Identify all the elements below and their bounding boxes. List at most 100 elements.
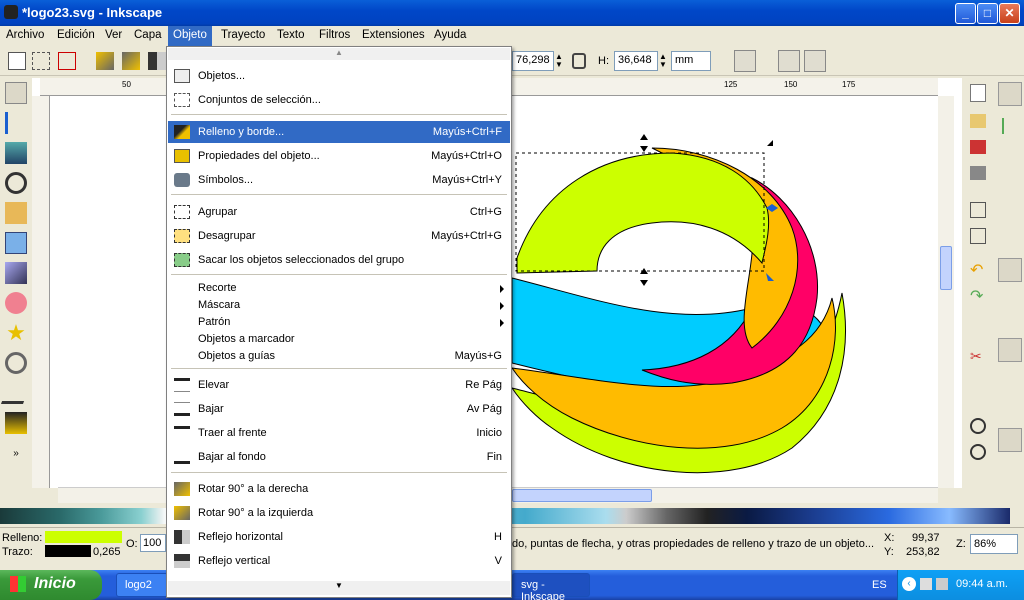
- pencil-tool-icon[interactable]: [0, 382, 32, 404]
- vertical-scrollbar[interactable]: [938, 96, 954, 488]
- node-tool-icon[interactable]: [5, 112, 27, 134]
- menu-item-patron[interactable]: Patrón: [168, 313, 510, 330]
- export-icon[interactable]: [970, 228, 986, 244]
- open-icon[interactable]: [970, 114, 986, 128]
- menu-item-objetos[interactable]: Objetos...: [168, 65, 510, 87]
- 3d-box-tool-icon[interactable]: [5, 262, 27, 284]
- volume-icon[interactable]: [936, 578, 948, 590]
- clock[interactable]: 09:44 a.m.: [956, 578, 1008, 590]
- menu-item-traer-al-frente[interactable]: Traer al frente Inicio: [168, 422, 510, 444]
- menu-item-bajar-al-fondo[interactable]: Bajar al fondo Fin: [168, 446, 510, 468]
- snap-guides-icon[interactable]: [998, 428, 1022, 452]
- menu-item-elevar[interactable]: Elevar Re Pág: [168, 374, 510, 396]
- horizontal-scroll-thumb[interactable]: [512, 489, 652, 502]
- zoom-tool-icon[interactable]: [5, 172, 27, 194]
- menu-item-mascara[interactable]: Máscara: [168, 296, 510, 313]
- rotate-ccw-icon[interactable]: [96, 52, 114, 70]
- menu-item-agrupar[interactable]: Agrupar Ctrl+G: [168, 201, 510, 223]
- snap-bbox-icon[interactable]: [1002, 118, 1018, 134]
- move-patterns-toggle-icon[interactable]: [804, 50, 826, 72]
- menu-item-desagrupar[interactable]: Desagrupar Mayús+Ctrl+G: [168, 225, 510, 247]
- menu-scroll-up-icon[interactable]: ▲: [168, 48, 510, 60]
- spiral-tool-icon[interactable]: [5, 352, 27, 374]
- more-tools-chevron-icon[interactable]: »: [5, 448, 27, 470]
- undo-icon[interactable]: ↶: [970, 263, 986, 279]
- redo-icon[interactable]: ↷: [970, 289, 986, 305]
- tray-expand-icon[interactable]: ‹: [902, 577, 916, 591]
- menu-item-objetos-a-guias[interactable]: Objetos a guías Mayús+G: [168, 347, 510, 364]
- ellipse-tool-icon[interactable]: [5, 292, 27, 314]
- select-all-icon[interactable]: [8, 52, 26, 70]
- menu-item-conjuntos-seleccion[interactable]: Conjuntos de selección...: [168, 89, 510, 111]
- measure-tool-icon[interactable]: [5, 202, 27, 224]
- menu-item-rotar-derecha[interactable]: Rotar 90° a la derecha: [168, 478, 510, 500]
- stroke-width[interactable]: 0,265: [93, 546, 121, 558]
- opacity-field[interactable]: 100: [140, 534, 166, 552]
- flip-horizontal-icon[interactable]: [148, 52, 166, 70]
- menu-objeto[interactable]: Objeto: [168, 26, 212, 46]
- zoom-field[interactable]: 86%: [970, 534, 1018, 554]
- taskbar-item-inkscape[interactable]: svg - Inkscape: [512, 573, 590, 600]
- vertical-ruler[interactable]: [32, 96, 50, 488]
- network-icon[interactable]: [920, 578, 932, 590]
- calligraphy-tool-icon[interactable]: [5, 412, 27, 434]
- scale-stroke-toggle-icon[interactable]: [734, 50, 756, 72]
- menu-item-reflejo-horizontal[interactable]: Reflejo horizontal H: [168, 526, 510, 548]
- menu-item-reflejo-vertical[interactable]: Reflejo vertical V: [168, 550, 510, 572]
- move-gradients-toggle-icon[interactable]: [778, 50, 800, 72]
- fill-swatch[interactable]: [45, 531, 122, 543]
- color-palette[interactable]: [0, 505, 1024, 527]
- h-spinner-icon[interactable]: ▲ ▼: [659, 53, 668, 69]
- taskbar-item-word[interactable]: logo2: [116, 573, 168, 597]
- cut-icon[interactable]: ✂: [970, 348, 986, 364]
- menu-item-simbolos[interactable]: Símbolos... Mayús+Ctrl+Y: [168, 169, 510, 191]
- start-button[interactable]: Inicio: [0, 570, 102, 600]
- tweak-tool-icon[interactable]: [5, 142, 27, 164]
- new-document-icon[interactable]: [970, 84, 986, 102]
- fill-stroke-icon: [174, 125, 190, 139]
- menu-scroll-down-icon[interactable]: ▼: [168, 581, 510, 595]
- select-all-layers-icon[interactable]: [32, 52, 50, 70]
- minimize-button[interactable]: _: [955, 3, 976, 24]
- menu-item-sacar-del-grupo[interactable]: Sacar los objetos seleccionados del grup…: [168, 249, 510, 271]
- menu-item-rotar-izquierda[interactable]: Rotar 90° a la izquierda: [168, 502, 510, 524]
- save-icon[interactable]: [970, 140, 986, 154]
- flip-vertical-icon: [174, 554, 190, 568]
- menu-ayuda[interactable]: Ayuda: [434, 29, 466, 41]
- zoom-selection-icon[interactable]: [970, 418, 986, 434]
- lock-icon[interactable]: [572, 53, 586, 69]
- menu-trayecto[interactable]: Trayecto: [221, 29, 265, 41]
- menu-texto[interactable]: Texto: [277, 29, 305, 41]
- vertical-scroll-thumb[interactable]: [940, 246, 952, 290]
- menu-filtros[interactable]: Filtros: [319, 29, 350, 41]
- w-field[interactable]: 76,298: [512, 51, 554, 71]
- menu-ver[interactable]: Ver: [105, 29, 122, 41]
- snap-toggle-icon[interactable]: [998, 82, 1022, 106]
- menu-capa[interactable]: Capa: [134, 29, 162, 41]
- import-icon[interactable]: [970, 202, 986, 218]
- menu-item-recorte[interactable]: Recorte: [168, 279, 510, 296]
- deselect-icon[interactable]: [58, 52, 76, 70]
- stroke-swatch[interactable]: [45, 545, 91, 557]
- zoom-drawing-icon[interactable]: [970, 444, 986, 460]
- selector-tool-icon[interactable]: [5, 82, 27, 104]
- menu-archivo[interactable]: Archivo: [6, 29, 44, 41]
- snap-paths-icon[interactable]: [998, 338, 1022, 362]
- menu-item-relleno-borde[interactable]: Relleno y borde... Mayús+Ctrl+F: [168, 121, 510, 143]
- menu-item-objetos-a-marcador[interactable]: Objetos a marcador: [168, 330, 510, 347]
- rectangle-tool-icon[interactable]: [5, 232, 27, 254]
- star-tool-icon[interactable]: ★: [5, 322, 27, 344]
- w-spinner-icon[interactable]: ▲ ▼: [555, 53, 564, 69]
- h-field[interactable]: 36,648: [614, 51, 658, 71]
- rotate-cw-icon[interactable]: [122, 52, 140, 70]
- snap-nodes-icon[interactable]: [998, 258, 1022, 282]
- menu-edicion[interactable]: Edición: [57, 29, 95, 41]
- maximize-button[interactable]: □: [977, 3, 998, 24]
- menu-extensiones[interactable]: Extensiones: [362, 29, 425, 41]
- close-button[interactable]: ✕: [999, 3, 1020, 24]
- menu-item-bajar[interactable]: Bajar Av Pág: [168, 398, 510, 420]
- language-indicator[interactable]: ES: [872, 579, 887, 591]
- unit-select[interactable]: mm: [671, 51, 711, 71]
- menu-item-propiedades-objeto[interactable]: Propiedades del objeto... Mayús+Ctrl+O: [168, 145, 510, 167]
- print-icon[interactable]: [970, 166, 986, 180]
